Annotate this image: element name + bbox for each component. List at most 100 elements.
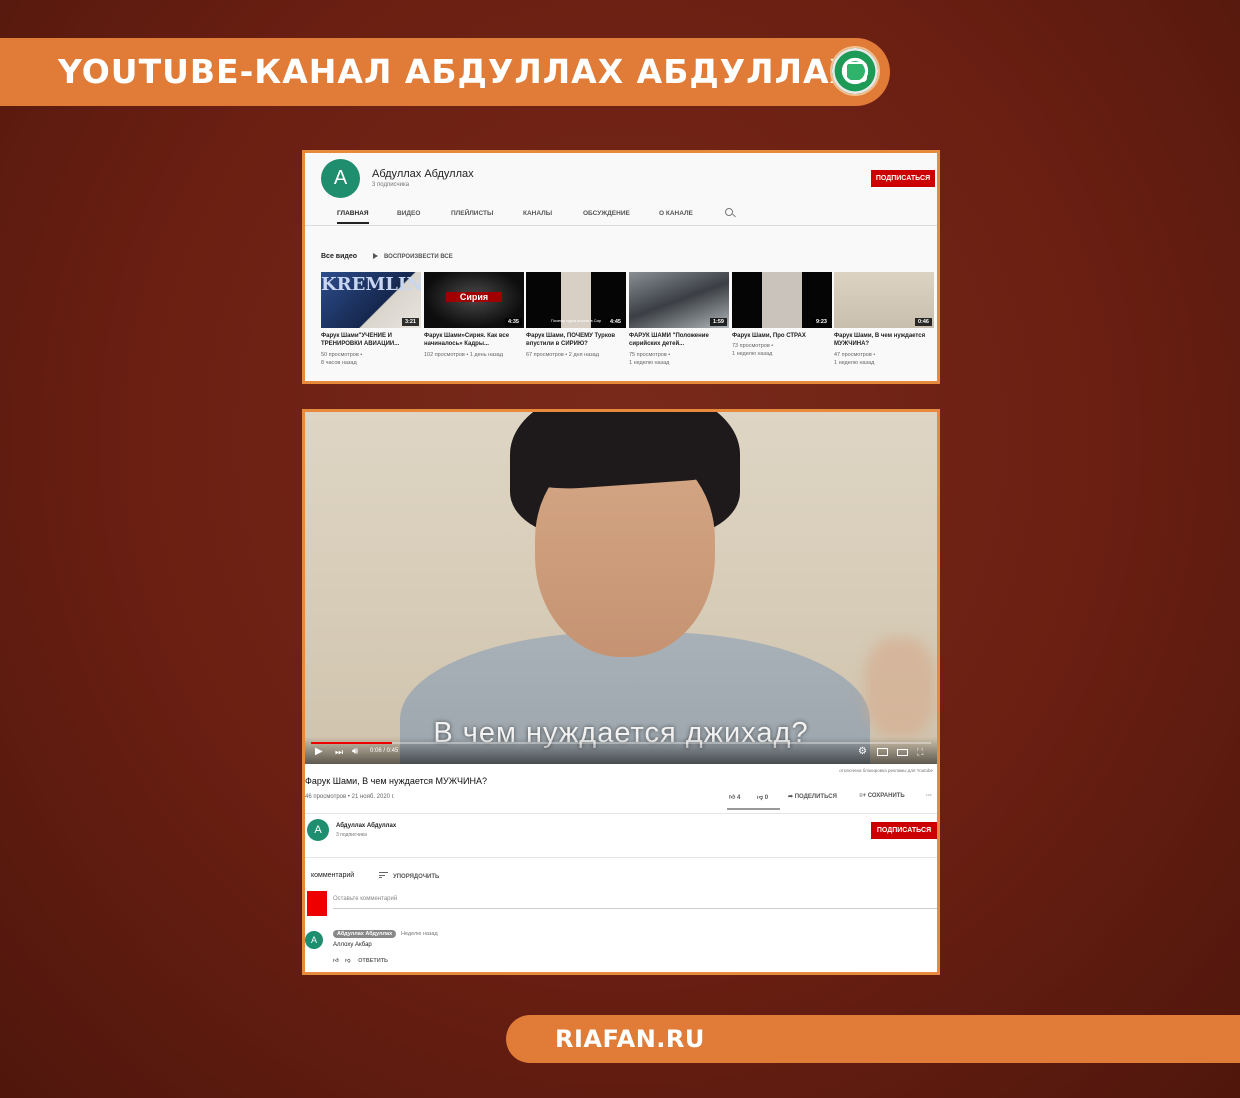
like-count: 4 [736,795,741,801]
channel-page-screenshot: A Абдуллах Абдуллах 3 подписчика ПОДПИСА… [302,150,940,384]
owner-name[interactable]: Абдуллах Абдуллах [336,823,396,829]
video-thumbnail[interactable]: Почему турки вошли в Сир 4:45 [526,272,626,328]
volume-icon[interactable]: 🔊︎ [352,747,358,757]
video-meta: 50 просмотров • 8 часов назад [321,352,363,366]
title-banner: YOUTUBE-КАНАЛ АБДУЛЛАХ АБДУЛЛАХ [0,38,890,106]
owner-subscribers: 3 подписчика [336,832,367,838]
comment-actions: 👍︎ 👎︎ ОТВЕТИТЬ [333,958,388,964]
thumbnail-overlay-text: KREMLIN [321,274,421,295]
duration-badge: 1:59 [709,318,727,326]
video-title[interactable]: ФАРУК ШАМИ "Положение сирийских детей... [629,333,727,348]
video-thumbnail[interactable]: Сирия 4:35 [424,272,524,328]
video-player[interactable]: В чем нуждается джихад? ▶ ⏭ 🔊︎ 0:06 / 0:… [305,412,937,764]
tab-videos[interactable]: ВИДЕО [397,210,420,217]
tabs-divider [305,225,937,226]
channel-name: Абдуллах Абдуллах [372,168,474,180]
channel-tabs: ГЛАВНАЯ ВИДЕО ПЛЕЙЛИСТЫ КАНАЛЫ ОБСУЖДЕНИ… [321,205,921,225]
comment-author[interactable]: Абдуллах Абдуллах [333,930,397,938]
subscribe-button[interactable]: ПОДПИСАТЬСЯ [871,822,937,839]
search-icon[interactable] [725,208,733,216]
comment-text: Аллоху Акбар [333,942,372,948]
tab-discussion[interactable]: ОБСУЖДЕНИЕ [583,210,630,217]
tab-channels[interactable]: КАНАЛЫ [523,210,552,217]
share-button[interactable]: ➦ ПОДЕЛИТЬСЯ [788,793,837,800]
thumbs-down-icon: 👎︎ [757,795,764,801]
video-meta: 102 просмотров • 1 день назад [424,352,503,358]
redaction-box [307,891,327,916]
fullscreen-icon[interactable]: ⛶ [917,747,923,757]
video-meta: 73 просмотров • 1 неделю назад [732,343,774,357]
progress-fill [311,742,392,744]
dislike-button[interactable]: 👎︎ 0 [757,793,768,801]
share-label: ПОДЕЛИТЬСЯ [794,794,837,800]
settings-icon[interactable]: ⚙ [858,747,867,757]
video-title[interactable]: Фарук Шами"УЧЕНИЕ И ТРЕНИРОВКИ АВИАЦИИ..… [321,333,419,348]
dislike-count: 0 [764,795,769,801]
footer-banner: RIAFAN.RU [506,1015,1240,1063]
next-icon[interactable]: ⏭ [335,747,343,757]
video-title[interactable]: Фарук Шами, В чем нуждается МУЖЧИНА? [834,333,932,348]
section-title: Все видео [321,253,358,260]
thumbs-up-icon[interactable]: 👍︎ [333,958,339,964]
play-icon[interactable]: ▶ [315,747,323,757]
video-title[interactable]: Фарук Шами»Сирия. Как все начиналось» Ка… [424,333,522,348]
video-thumbnail[interactable]: KREMLIN 3:21 [321,272,421,328]
share-icon: ➦ [788,794,794,800]
tab-home[interactable]: ГЛАВНАЯ [337,210,369,224]
thumbs-down-icon[interactable]: 👎︎ [345,958,351,964]
save-label: СОХРАНИТЬ [867,793,905,799]
ad-note: отключена блокировка рекламы для Youtube [839,768,933,773]
play-icon [373,253,378,259]
comment-time: Неделю назад [401,931,438,937]
comment-input[interactable]: Оставьте комментарий [333,896,397,902]
save-playlist-icon: ≡+ [859,793,867,799]
tab-playlists[interactable]: ПЛЕЙЛИСТЫ [451,210,493,217]
thumbnail-overlay-text: Сирия [446,292,502,302]
duration-badge: 3:21 [401,318,419,326]
time-display: 0:06 / 0:45 [370,748,399,754]
play-all-button[interactable]: ВОСПРОИЗВЕСТИ ВСЕ [373,253,453,260]
video-title[interactable]: Фарук Шами, ПОЧЕМУ Турков впустили в СИР… [526,333,624,348]
more-icon[interactable]: ··· [926,793,932,799]
video-meta: 75 просмотров • 1 неделю назад [629,352,671,366]
video-thumbnail[interactable]: 9:23 [732,272,832,328]
site-name: RIAFAN.RU [555,1025,705,1053]
owner-avatar[interactable]: A [307,819,329,841]
duration-badge: 9:23 [812,318,830,326]
video-title: Фарук Шами, В чем нуждается МУЖЧИНА? [305,776,487,786]
comment-input-underline [333,908,937,909]
video-meta: 46 просмотров • 21 нояб. 2020 г. [305,794,395,800]
channel-avatar[interactable]: A [321,159,360,198]
riafan-globe-icon [832,48,878,94]
page-title: YOUTUBE-КАНАЛ АБДУЛЛАХ АБДУЛЛАХ [58,52,856,91]
play-all-label: ВОСПРОИЗВЕСТИ ВСЕ [384,254,453,260]
channel-subscribers: 3 подписчика [372,182,410,188]
progress-bar[interactable] [311,742,931,744]
video-thumbnail[interactable]: 1:59 [629,272,729,328]
like-button[interactable]: 👍︎ 4 [729,793,740,801]
sort-icon [379,872,388,878]
sort-button[interactable]: УПОРЯДОЧИТЬ [379,872,439,880]
save-button[interactable]: ≡+ СОХРАНИТЬ [859,793,905,799]
reply-button[interactable]: ОТВЕТИТЬ [358,958,388,964]
thumbs-up-icon: 👍︎ [729,795,736,801]
video-title[interactable]: Фарук Шами, Про СТРАХ [732,333,830,341]
subscribe-button[interactable]: ПОДПИСАТЬСЯ [871,170,935,187]
video-meta: 67 просмотров • 2 дня назад [526,352,599,358]
duration-badge: 4:35 [504,318,522,326]
theater-mode-icon[interactable] [897,749,908,756]
divider [305,857,937,858]
video-meta: 47 просмотров • 1 неделю назад [834,352,876,366]
player-controls: ▶ ⏭ 🔊︎ 0:06 / 0:45 ⚙ ⛶ [305,737,937,764]
duration-badge: 0:46 [914,318,932,326]
tab-about[interactable]: О КАНАЛЕ [659,210,693,217]
video-thumbnail[interactable]: 0:46 [834,272,934,328]
divider [305,813,937,814]
like-ratio-bar [727,808,780,810]
duration-badge: 4:45 [606,318,624,326]
comments-heading: комментарий [311,872,355,879]
watch-page-screenshot: В чем нуждается джихад? ▶ ⏭ 🔊︎ 0:06 / 0:… [302,409,940,975]
miniplayer-icon[interactable] [877,748,888,756]
sort-label: УПОРЯДОЧИТЬ [393,874,440,880]
commenter-avatar[interactable]: A [305,931,323,949]
